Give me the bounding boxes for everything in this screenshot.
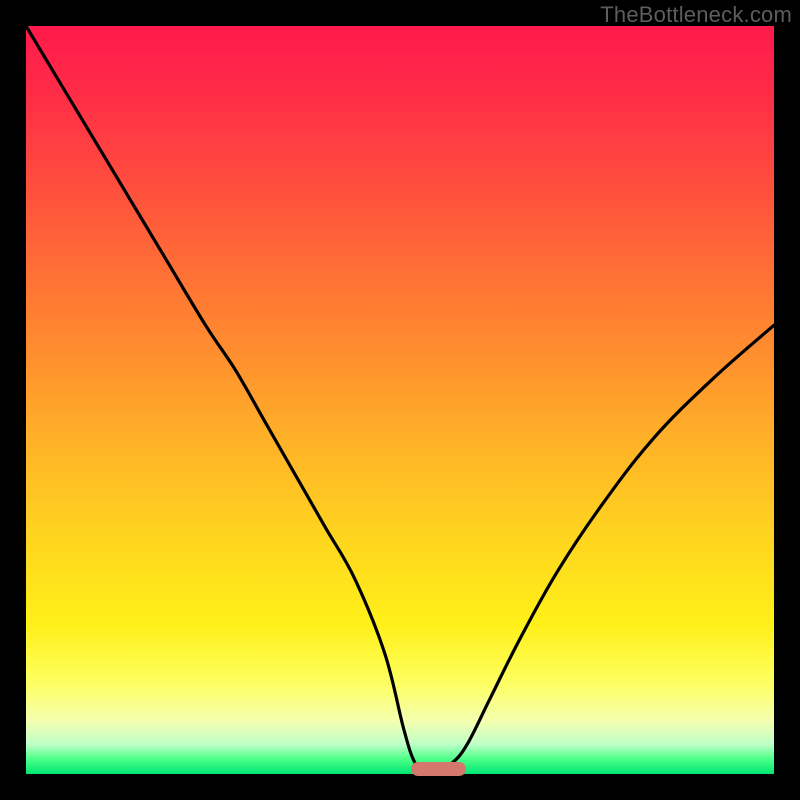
bottleneck-curve: [26, 26, 774, 774]
watermark-text: TheBottleneck.com: [600, 2, 792, 28]
minimum-marker: [411, 762, 466, 776]
chart-frame: TheBottleneck.com: [0, 0, 800, 800]
plot-area: [26, 26, 774, 774]
